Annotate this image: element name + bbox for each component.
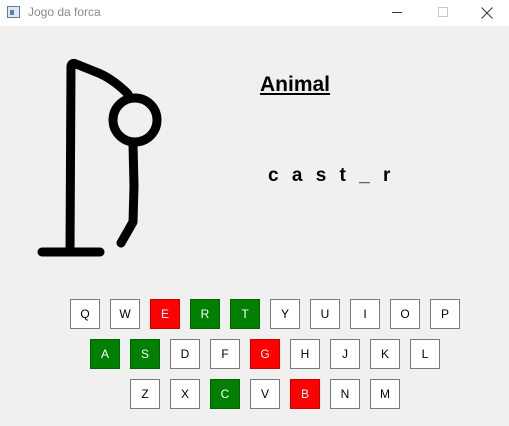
minimize-icon	[392, 12, 402, 13]
gallows-pole	[65, 58, 133, 257]
key-j[interactable]: J	[330, 339, 360, 369]
hangman-body	[116, 139, 139, 248]
hangman-drawing	[37, 58, 162, 257]
title-bar[interactable]: Jogo da forca	[0, 0, 509, 26]
key-u[interactable]: U	[310, 299, 340, 329]
key-t[interactable]: T	[230, 299, 260, 329]
key-g[interactable]: G	[250, 339, 280, 369]
maximize-button[interactable]	[420, 0, 466, 26]
key-p[interactable]: P	[430, 299, 460, 329]
key-r[interactable]: R	[190, 299, 220, 329]
word-display: c a s t _ r	[268, 165, 395, 186]
key-a[interactable]: A	[90, 339, 120, 369]
key-z[interactable]: Z	[130, 379, 160, 409]
key-i[interactable]: I	[350, 299, 380, 329]
app-icon	[7, 6, 20, 18]
key-q[interactable]: Q	[70, 299, 100, 329]
key-n[interactable]: N	[330, 379, 360, 409]
key-l[interactable]: L	[410, 339, 440, 369]
key-o[interactable]: O	[390, 299, 420, 329]
window-title: Jogo da forca	[28, 5, 101, 19]
key-v[interactable]: V	[250, 379, 280, 409]
key-k[interactable]: K	[370, 339, 400, 369]
minimize-button[interactable]	[374, 0, 420, 26]
key-h[interactable]: H	[290, 339, 320, 369]
key-e[interactable]: E	[150, 299, 180, 329]
close-button[interactable]	[464, 0, 509, 26]
key-m[interactable]: M	[370, 379, 400, 409]
maximize-icon	[438, 7, 448, 17]
key-s[interactable]: S	[130, 339, 160, 369]
key-f[interactable]: F	[210, 339, 240, 369]
key-d[interactable]: D	[170, 339, 200, 369]
close-icon	[481, 7, 493, 19]
key-x[interactable]: X	[170, 379, 200, 409]
category-label: Animal	[260, 73, 331, 96]
game-window: Jogo da forca Animal c a s t _ r QWERTYU…	[0, 0, 509, 426]
key-w[interactable]: W	[110, 299, 140, 329]
key-b[interactable]: B	[290, 379, 320, 409]
key-c[interactable]: C	[210, 379, 240, 409]
hangman-head	[108, 93, 162, 147]
key-y[interactable]: Y	[270, 299, 300, 329]
